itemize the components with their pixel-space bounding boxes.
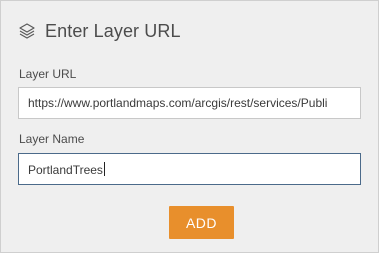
layer-url-value: https://www.portlandmaps.com/arcgis/rest… bbox=[28, 96, 328, 110]
add-button[interactable]: ADD bbox=[169, 206, 234, 239]
enter-layer-url-panel: Enter Layer URL Layer URL https://www.po… bbox=[0, 0, 379, 253]
layers-icon bbox=[18, 22, 36, 40]
layer-name-input[interactable]: PortlandTrees bbox=[18, 153, 361, 185]
layer-url-label: Layer URL bbox=[19, 67, 77, 81]
text-caret bbox=[103, 162, 105, 176]
panel-header: Enter Layer URL bbox=[18, 18, 181, 44]
panel-title: Enter Layer URL bbox=[45, 20, 181, 41]
layer-url-input[interactable]: https://www.portlandmaps.com/arcgis/rest… bbox=[18, 87, 361, 119]
layer-name-value: PortlandTrees bbox=[28, 163, 103, 177]
layer-name-field: PortlandTrees bbox=[28, 162, 105, 177]
layer-name-label: Layer Name bbox=[19, 132, 85, 146]
